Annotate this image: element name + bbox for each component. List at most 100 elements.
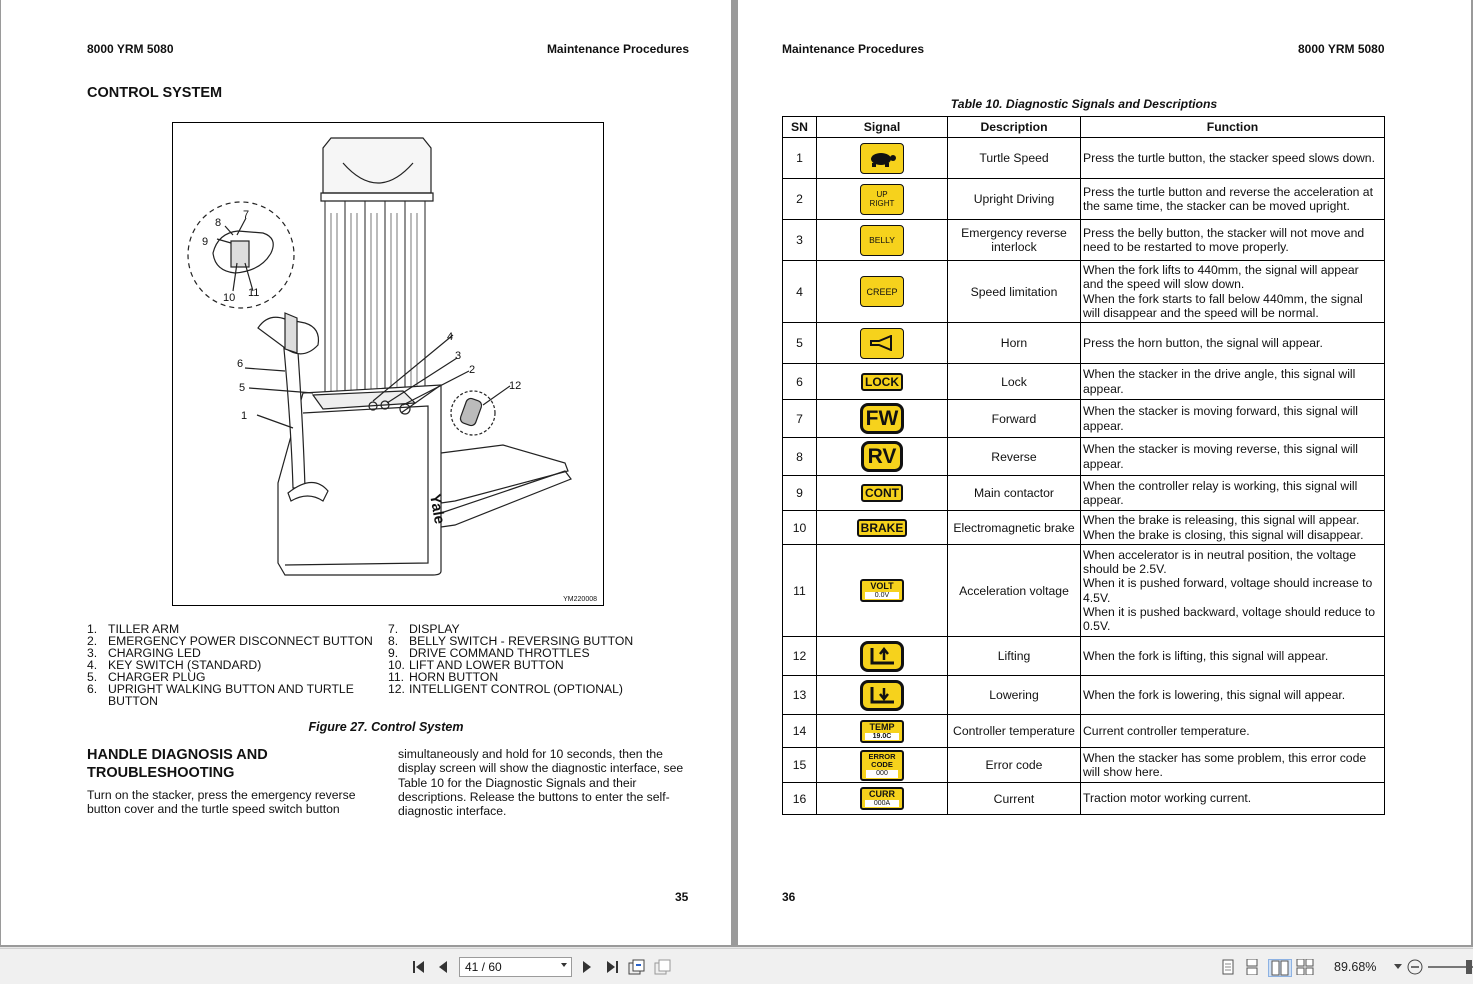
lowering-icon: [860, 679, 904, 711]
callout-7: 7: [243, 209, 249, 221]
callout-2: 2: [469, 364, 475, 376]
table-row: 12 Lifting When the fork is lifting, thi…: [782, 636, 1385, 676]
paragraph-col-1: Turn on the stacker, press the emergency…: [87, 788, 356, 817]
last-page-button[interactable]: [603, 959, 621, 975]
column-header: Signal: [816, 116, 948, 138]
document-viewport[interactable]: 8000 YRM 5080 Maintenance Procedures CON…: [0, 0, 1473, 947]
continuous-facing-icon: [1296, 959, 1314, 975]
page-35: 8000 YRM 5080 Maintenance Procedures CON…: [1, 0, 731, 945]
control-system-figure: 6 5 1 4 3 2 12 7 8 9 10 11 Yale YM220008: [172, 122, 604, 606]
brake-icon: BRAKE: [856, 518, 908, 537]
page-number: 35: [675, 890, 689, 904]
temperature-icon: TEMP 19.0C: [860, 719, 904, 743]
stacker-illustration: 6 5 1 4 3 2 12 7 8 9 10 11 Yale: [187, 137, 572, 576]
section2-title: HANDLE DIAGNOSIS AND TROUBLESHOOTING: [87, 747, 268, 781]
page-number-input[interactable]: 41 / 60: [459, 957, 572, 977]
header-doc-id: 8000 YRM 5080: [1298, 42, 1385, 56]
previous-view-icon: [628, 959, 645, 975]
first-page-icon: [413, 961, 424, 973]
callout-5: 5: [239, 382, 245, 394]
table-row: 16 CURR 000A Current Traction motor worki…: [782, 782, 1385, 815]
turtle-icon: [860, 142, 904, 174]
table-row: 6 LOCK Lock When the stacker in the driv…: [782, 363, 1385, 400]
section-title: CONTROL SYSTEM: [87, 85, 223, 101]
single-page-view-button[interactable]: [1219, 959, 1237, 975]
voltage-icon: VOLT 0.0V: [860, 579, 904, 602]
figure-id: YM220008: [563, 596, 597, 603]
page-36: Maintenance Procedures 8000 YRM 5080 Tab…: [738, 0, 1471, 945]
continuous-facing-view-button[interactable]: [1296, 959, 1314, 975]
table-caption: Table 10. Diagnostic Signals and Descrip…: [950, 97, 1218, 111]
header-doc-id: 8000 YRM 5080: [87, 42, 174, 56]
zoom-out-button[interactable]: [1406, 959, 1424, 975]
column-header: Description: [947, 116, 1081, 138]
header-section: Maintenance Procedures: [782, 42, 925, 56]
paragraph-col-2: simultaneously and hold for 10 seconds, …: [398, 747, 684, 819]
column-header: SN: [782, 116, 817, 138]
continuous-page-icon: [1246, 959, 1258, 975]
table-row: 1 Turtle Speed Press the turtle button, …: [782, 137, 1385, 179]
callout-11: 11: [248, 287, 259, 299]
chevron-down-icon: [1394, 964, 1402, 969]
callout-10: 10: [223, 292, 235, 304]
table-row: 7 FW Forward When the stacker is moving …: [782, 399, 1385, 438]
lock-icon: LOCK: [861, 372, 903, 391]
zoom-level[interactable]: 89.68%: [1334, 960, 1376, 974]
table-row: 10 BRAKE Electromagnetic brake When the …: [782, 510, 1385, 545]
table-row: 3 BELLY Emergency reverse interlock Pres…: [782, 219, 1385, 261]
next-page-icon: [583, 961, 591, 973]
forward-icon: FW: [859, 403, 905, 434]
single-page-icon: [1222, 959, 1234, 975]
previous-page-icon: [439, 961, 447, 973]
belly-icon: BELLY: [860, 224, 904, 256]
previous-view-button[interactable]: [628, 959, 646, 975]
callout-4: 4: [447, 331, 453, 343]
figure-caption: Figure 27. Control System: [308, 720, 464, 734]
facing-view-button[interactable]: [1268, 959, 1292, 977]
legend-item: 12. INTELLIGENT CONTROL (OPTIONAL): [388, 682, 623, 696]
continuous-view-button[interactable]: [1243, 959, 1261, 975]
header-section: Maintenance Procedures: [546, 42, 689, 56]
last-page-icon: [607, 961, 618, 973]
next-view-icon: [654, 959, 671, 975]
table-row: 8 RV Reverse When the stacker is moving …: [782, 437, 1385, 476]
table-row: 15 ERROR CODE 000 Error code When the sta…: [782, 747, 1385, 783]
creep-icon: CREEP: [860, 276, 904, 307]
page-number: 36: [782, 890, 796, 904]
legend-column-2: 7. DISPLAY 8. BELLY SWITCH - REVERSING BUT…: [388, 623, 688, 695]
lifting-icon: [860, 640, 904, 672]
table-header-row: SN Signal Description Function: [782, 116, 1385, 138]
callout-12: 12: [509, 380, 521, 392]
next-view-button[interactable]: [654, 959, 672, 975]
error-code-icon: ERROR CODE 000: [860, 749, 904, 781]
zoom-slider-handle[interactable]: [1466, 960, 1472, 974]
callout-6: 6: [237, 358, 243, 370]
legend-item: 6. UPRIGHT WALKING BUTTON AND TURTLE BUTT…: [87, 682, 354, 708]
facing-pages-icon: [1271, 960, 1289, 976]
zoom-out-icon: [1407, 959, 1423, 975]
chevron-down-icon[interactable]: [561, 963, 567, 967]
diagnostic-table: SN Signal Description Function 1 Turtle …: [782, 116, 1385, 815]
table-row: 4 CREEP Speed limitation When the fork l…: [782, 260, 1385, 323]
next-page-button[interactable]: [578, 959, 596, 975]
previous-page-button[interactable]: [434, 959, 452, 975]
contactor-icon: CONT: [861, 484, 903, 502]
table-row: 9 CONT Main contactor When the controlle…: [782, 475, 1385, 511]
first-page-button[interactable]: [410, 959, 428, 975]
horn-icon: [860, 327, 904, 359]
callout-8: 8: [215, 217, 221, 229]
table-row: 5 Horn Press the horn button, the signal…: [782, 322, 1385, 364]
table-row: 13 Lowering When the fork is lowering, t…: [782, 675, 1385, 715]
table-row: 11 VOLT 0.0V Acceleration voltage When ac…: [782, 544, 1385, 637]
reverse-icon: RV: [860, 441, 904, 472]
legend-column-1: 1. TILLER ARM 2. EMERGENCY POWER DISCONNEC…: [87, 623, 377, 707]
zoom-dropdown[interactable]: [1393, 959, 1403, 975]
upright-icon: UP RIGHT: [860, 183, 904, 215]
pdf-toolbar: 41 / 60 89.68%: [0, 948, 1473, 984]
table-row: 2 UP RIGHT Upright Driving Press the tur…: [782, 178, 1385, 220]
column-header: Function: [1080, 116, 1385, 138]
callout-1: 1: [241, 410, 247, 422]
callout-3: 3: [455, 350, 461, 362]
callout-9: 9: [202, 236, 208, 248]
current-icon: CURR 000A: [860, 787, 904, 810]
